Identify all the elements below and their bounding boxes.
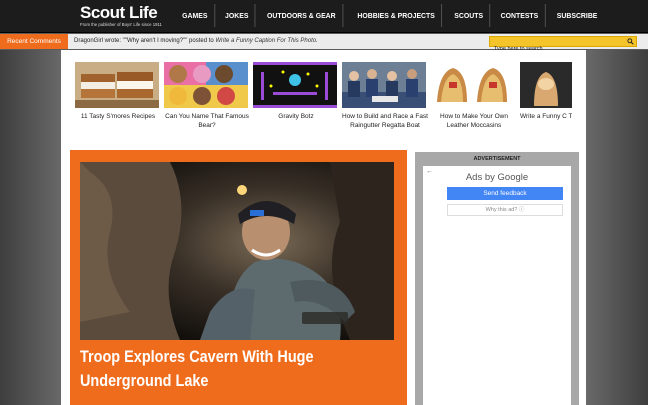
logo-title: Scout Life <box>80 3 158 22</box>
gravity-botz-image[interactable] <box>253 62 337 108</box>
site-logo[interactable]: Scout Life From the publisher of Boys' L… <box>80 3 166 30</box>
thumbnail-row: 11 Tasty S'mores Recipes Can You Name Th… <box>75 62 575 147</box>
smores-image[interactable] <box>75 62 159 108</box>
send-feedback-button[interactable]: Send feedback <box>447 187 563 200</box>
thumb-caption[interactable]: 11 Tasty S'mores Recipes <box>75 112 161 121</box>
regatta-image[interactable] <box>342 62 426 108</box>
ad-panel: ADVERTISEMENT ← Ads by Google Send feedb… <box>415 152 579 405</box>
recent-comments-button[interactable]: Recent Comments <box>0 34 68 49</box>
comment-ticker[interactable]: DragonGirl wrote: ""Why aren't I moving?… <box>74 34 318 49</box>
nav-scouts[interactable]: SCOUTS <box>448 4 491 27</box>
thumb-caption[interactable]: How to Build and Race a Fast Raingutter … <box>342 112 428 130</box>
ad-content: ← Ads by Google Send feedback Why this a… <box>423 166 571 405</box>
why-this-ad-button[interactable]: Why this ad? ⓘ <box>447 204 563 216</box>
nav-subscribe[interactable]: SUBSCRIBE <box>550 4 604 27</box>
feature-title-line1: Troop Explores Cavern With Huge <box>80 347 314 366</box>
ad-label: ADVERTISEMENT <box>473 156 521 162</box>
nav-hobbies-projects[interactable]: HOBBIES & PROJECTS <box>351 4 442 27</box>
nav-games[interactable]: GAMES <box>176 4 215 27</box>
caption-contest-image[interactable] <box>520 62 572 108</box>
ads-by-text: Ads by <box>465 172 495 183</box>
ads-by-google: Ads by Google <box>423 172 571 183</box>
thumb-card[interactable]: Can You Name That Famous Bear? <box>164 62 250 130</box>
bears-image[interactable] <box>164 62 248 108</box>
nav-jokes[interactable]: JOKES <box>218 4 256 27</box>
why-this-ad-label: Why this ad? <box>485 207 518 213</box>
thumb-card[interactable]: 11 Tasty S'mores Recipes <box>75 62 161 121</box>
cave-explorer-photo[interactable] <box>80 162 394 340</box>
thumb-card[interactable]: Gravity Botz <box>253 62 339 121</box>
feature-title-line2: Underground Lake <box>80 371 209 390</box>
top-nav-bar: Scout Life From the publisher of Boys' L… <box>0 0 648 33</box>
thumb-caption[interactable]: Gravity Botz <box>253 112 339 121</box>
feature-title[interactable]: Troop Explores Cavern With Huge Undergro… <box>80 345 369 393</box>
ticker-link[interactable]: Write a Funny Caption For This Photo. <box>215 38 317 44</box>
thumb-card[interactable]: Write a Funny C This Pho <box>520 62 572 121</box>
main-nav: GAMES JOKES OUTDOORS & GEAR HOBBIES & PR… <box>174 4 606 27</box>
logo-subtitle: From the publisher of Boys' Life since 1… <box>80 22 162 27</box>
search-icon[interactable] <box>627 38 634 45</box>
ticker-text: DragonGirl wrote: ""Why aren't I moving?… <box>74 38 216 44</box>
thumb-caption[interactable]: Can You Name That Famous Bear? <box>164 112 250 130</box>
google-text: Google <box>497 172 529 183</box>
search-box <box>489 36 637 54</box>
nav-contests[interactable]: CONTESTS <box>494 4 546 27</box>
recent-comments-bar: Recent Comments DragonGirl wrote: ""Why … <box>0 34 648 54</box>
thumb-caption[interactable]: How to Make Your Own Leather Moccasins <box>431 112 517 130</box>
moccasins-image[interactable] <box>431 62 515 108</box>
thumb-caption[interactable]: Write a Funny C This Pho <box>520 112 572 121</box>
thumb-card[interactable]: How to Build and Race a Fast Raingutter … <box>342 62 428 130</box>
nav-outdoors-gear[interactable]: OUTDOORS & GEAR <box>261 4 343 27</box>
thumb-card[interactable]: How to Make Your Own Leather Moccasins <box>431 62 517 130</box>
info-icon: ⓘ <box>518 207 525 213</box>
